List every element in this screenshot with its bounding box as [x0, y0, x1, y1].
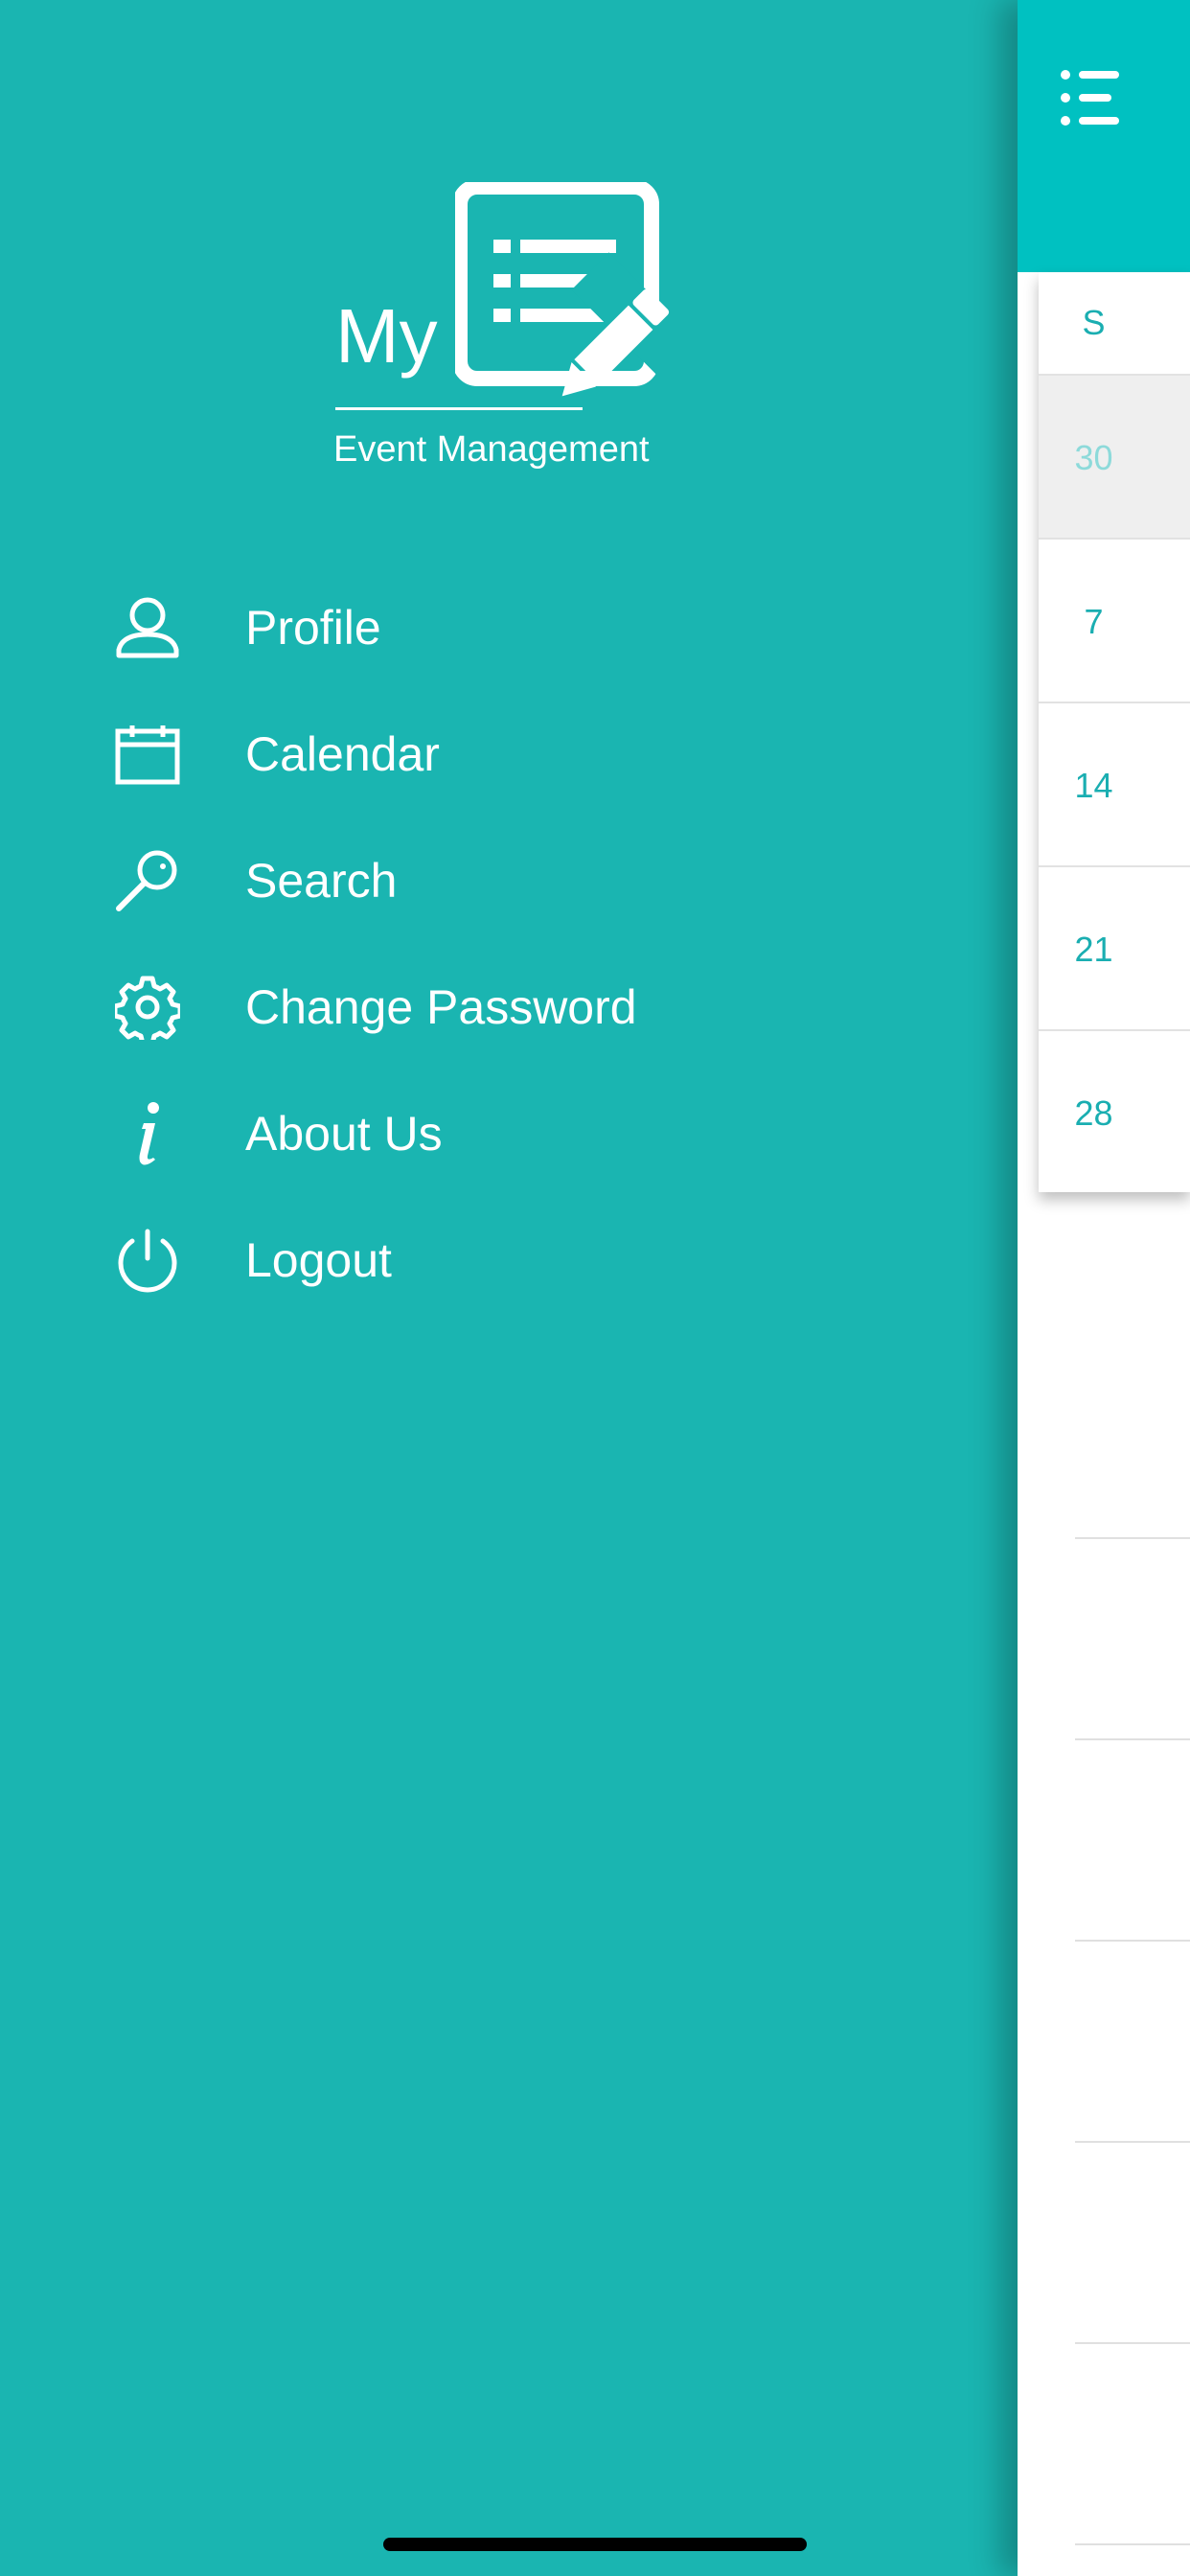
day-number: 30	[1074, 437, 1113, 477]
home-indicator[interactable]	[383, 2538, 807, 2551]
menu-list-icon[interactable]	[1058, 67, 1125, 128]
menu-item-change-password[interactable]: Change Password	[105, 954, 872, 1060]
menu-item-label: Change Password	[245, 980, 637, 1034]
day-number: 7	[1084, 601, 1104, 641]
menu-item-logout[interactable]: Logout	[105, 1208, 872, 1313]
calendar-day[interactable]: 21	[1039, 865, 1190, 1031]
day-of-week-header: S	[1082, 303, 1106, 342]
event-list-divider	[1075, 1537, 1190, 1539]
event-list-divider	[1075, 1738, 1190, 1740]
calendar-grid: S 30 7 14 21 28	[1039, 272, 1190, 1192]
navigation-drawer: My Event Management Profile Calendar Sea…	[0, 0, 1018, 2576]
day-number: 14	[1074, 765, 1113, 805]
menu-item-label: Logout	[245, 1233, 392, 1287]
menu-item-about-us[interactable]: About Us	[105, 1081, 872, 1186]
event-list-divider	[1075, 2342, 1190, 2344]
app-header	[1018, 0, 1190, 272]
event-list-divider	[1075, 2141, 1190, 2143]
search-icon	[105, 839, 190, 923]
calendar-screen: S 30 7 14 21 28	[1018, 0, 1190, 2576]
day-number: 21	[1074, 929, 1113, 969]
calendar-day[interactable]: 30	[1039, 374, 1190, 540]
info-icon	[105, 1092, 190, 1176]
calendar-icon	[105, 712, 190, 796]
menu-item-calendar[interactable]: Calendar	[105, 702, 872, 807]
gear-icon	[105, 965, 190, 1049]
calendar-day[interactable]: 14	[1039, 702, 1190, 867]
event-list-divider	[1075, 2543, 1190, 2545]
app-logo: My Event Management	[326, 182, 690, 489]
logo-my-text: My	[335, 293, 438, 379]
menu-item-profile[interactable]: Profile	[105, 575, 872, 680]
calendar-day[interactable]: 28	[1039, 1029, 1190, 1195]
menu-item-label: About Us	[245, 1107, 443, 1161]
user-icon	[105, 586, 190, 670]
menu-item-search[interactable]: Search	[105, 828, 872, 933]
document-edit-icon	[455, 182, 685, 397]
menu-item-label: Profile	[245, 601, 381, 655]
day-number: 28	[1074, 1092, 1113, 1133]
event-list-divider	[1075, 1940, 1190, 1942]
calendar-day[interactable]: 7	[1039, 538, 1190, 703]
menu-item-label: Calendar	[245, 727, 440, 781]
logo-subtitle: Event Management	[333, 429, 650, 470]
power-icon	[105, 1218, 190, 1302]
menu-item-label: Search	[245, 854, 398, 908]
